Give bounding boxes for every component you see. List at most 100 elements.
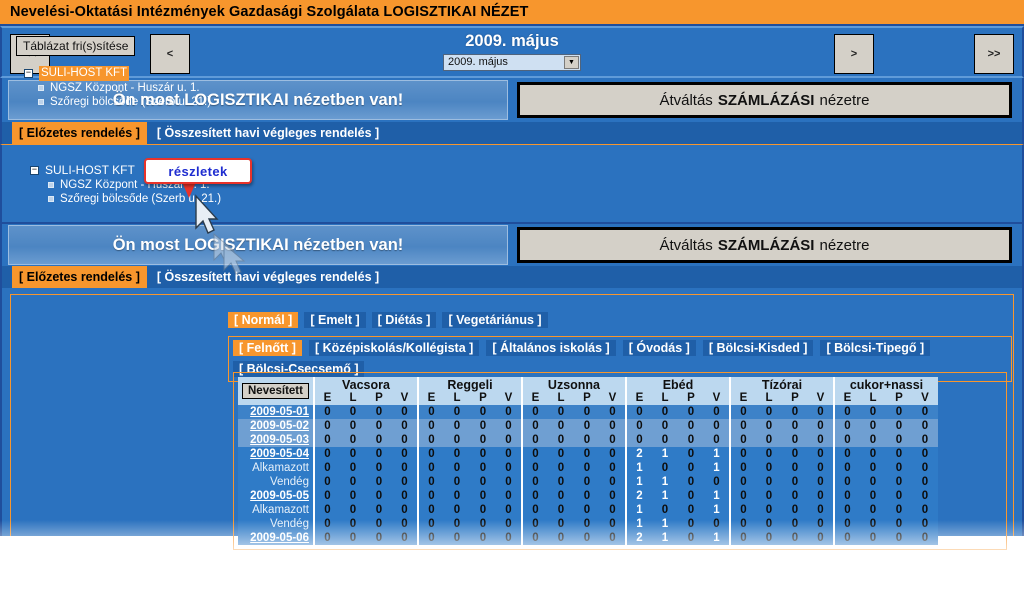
cell-value: 0: [911, 503, 938, 517]
cell-value: 0: [755, 475, 782, 489]
tab-bolcsi-tipego[interactable]: [ Bölcsi-Tipegő ]: [820, 340, 931, 356]
tab-osszesitett-rendeles-top[interactable]: [ Összesített havi végleges rendelés ]: [149, 122, 387, 144]
row-date-link[interactable]: 2009-05-02: [238, 419, 315, 433]
table-head: Nevesített Vacsora Reggeli Uzsonna Ebéd …: [238, 377, 938, 405]
date-link-text[interactable]: 2009-05-05: [250, 490, 309, 502]
cell-value: 0: [469, 489, 496, 503]
tab-dietas[interactable]: [ Diétás ]: [371, 312, 437, 328]
row-subgroup-label: Alkamazott: [238, 503, 315, 517]
row-date-link[interactable]: 2009-05-03: [238, 433, 315, 447]
cell-value: 0: [391, 405, 418, 419]
cell-value: 0: [469, 503, 496, 517]
cell-value: 0: [469, 447, 496, 461]
cell-value: 0: [416, 489, 444, 503]
cell-value: 0: [391, 419, 418, 433]
row-date-link[interactable]: 2009-05-04: [238, 447, 315, 461]
cell-value: 0: [728, 419, 756, 433]
tab-kozepiskolas-kollegista[interactable]: [ Középiskolás/Kollégista ]: [308, 340, 480, 356]
cell-value: 0: [495, 461, 522, 475]
tab-normal[interactable]: [ Normál ]: [228, 312, 299, 328]
sidebar-item-szoregi-bolcsode[interactable]: Szőregi bölcsőde (Szerb u. 21.): [38, 95, 216, 109]
tab-elozetes-rendeles-bottom[interactable]: [ Előzetes rendelés ]: [12, 266, 147, 288]
cell-value: 0: [573, 503, 600, 517]
cell-value: 0: [911, 405, 938, 419]
group-header-ebed: Ebéd: [624, 377, 730, 392]
switch-prefix-2: Átváltás: [659, 236, 713, 254]
cell-value: 0: [416, 419, 444, 433]
chevron-down-icon[interactable]: ▼: [564, 55, 579, 69]
tab-vegetarianus[interactable]: [ Vegetáriánus ]: [442, 312, 548, 328]
cell-value: 0: [547, 531, 574, 545]
cell-value: 0: [911, 475, 938, 489]
sidebar-item-ngsz-kozpont[interactable]: NGSZ Központ - Huszár u. 1.: [38, 81, 216, 95]
refresh-table-button[interactable]: Táblázat fri(s)sítése: [16, 36, 136, 56]
switch-to-billing-view-button-2[interactable]: Átváltás SZÁMLÁZÁSI nézetre: [517, 227, 1012, 263]
group-header-vacsora: Vacsora: [312, 377, 418, 392]
next-month-button[interactable]: >: [834, 34, 874, 74]
last-month-button[interactable]: >>: [974, 34, 1014, 74]
cell-value: 0: [573, 517, 600, 531]
cell-value: 0: [885, 531, 912, 545]
cell-value: 1: [703, 503, 730, 517]
cell-value: 0: [495, 447, 522, 461]
cell-value: 0: [312, 433, 340, 447]
table-group-header-row: Nevesített Vacsora Reggeli Uzsonna Ebéd …: [238, 377, 938, 405]
date-link-text[interactable]: 2009-05-03: [250, 434, 309, 446]
cell-value: 0: [312, 503, 340, 517]
window-titlebar: Nevelési-Oktatási Intézmények Gazdasági …: [0, 0, 1024, 26]
cell-value: 0: [728, 447, 756, 461]
row-date-link[interactable]: 2009-05-01: [238, 405, 315, 419]
cell-value: 1: [651, 489, 678, 503]
tab-emelt[interactable]: [ Emelt ]: [304, 312, 366, 328]
named-toggle-button[interactable]: Nevesített: [242, 383, 309, 399]
switch-prefix: Átváltás: [659, 91, 713, 109]
cell-value: 0: [520, 433, 548, 447]
date-link-text[interactable]: 2009-05-06: [250, 532, 309, 544]
cell-value: 0: [677, 489, 704, 503]
cell-value: 0: [677, 503, 704, 517]
cell-value: 0: [573, 419, 600, 433]
cell-value: 0: [339, 433, 366, 447]
date-link-text[interactable]: 2009-05-02: [250, 420, 309, 432]
sidebar-tree-root[interactable]: − SULI-HOST KFT: [24, 66, 216, 81]
cell-value: 0: [755, 503, 782, 517]
collapse-icon[interactable]: −: [24, 69, 33, 78]
cell-value: 0: [599, 447, 626, 461]
cell-value: 0: [885, 419, 912, 433]
row-date-link[interactable]: 2009-05-05: [238, 489, 315, 503]
tab-bolcsi-kisded[interactable]: [ Bölcsi-Kisded ]: [702, 340, 814, 356]
tab-elozetes-rendeles-top[interactable]: [ Előzetes rendelés ]: [12, 122, 147, 144]
cell-value: 1: [624, 475, 652, 489]
tab-ovodas[interactable]: [ Óvodás ]: [622, 340, 696, 356]
meal-order-table: Nevesített Vacsora Reggeli Uzsonna Ebéd …: [238, 377, 938, 545]
cell-value: 0: [599, 433, 626, 447]
subheader-e-g4: E: [728, 392, 756, 405]
cell-value: 0: [365, 531, 392, 545]
tooltip-tail: [182, 182, 196, 198]
month-select-value: 2009. május: [448, 56, 508, 68]
month-select[interactable]: 2009. május ▼: [443, 53, 581, 71]
cell-value: 0: [755, 461, 782, 475]
cell-value: 0: [495, 531, 522, 545]
cell-value: 0: [573, 531, 600, 545]
cell-value: 0: [312, 475, 340, 489]
cell-value: 0: [677, 419, 704, 433]
switch-to-billing-view-button[interactable]: Átváltás SZÁMLÁZÁSI nézetre: [517, 82, 1012, 118]
cell-value: 0: [573, 405, 600, 419]
tab-altalanos-iskolas[interactable]: [ Általános iskolás ]: [486, 340, 616, 356]
cell-value: 0: [677, 531, 704, 545]
tab-osszesitett-rendeles-bottom[interactable]: [ Összesített havi végleges rendelés ]: [149, 266, 387, 288]
cell-value: 0: [520, 447, 548, 461]
collapse-icon[interactable]: −: [30, 166, 39, 175]
date-link-text[interactable]: 2009-05-01: [250, 406, 309, 418]
cell-value: 0: [651, 433, 678, 447]
row-date-link[interactable]: 2009-05-06: [238, 531, 315, 545]
cell-value: 0: [520, 503, 548, 517]
cell-value: 0: [885, 517, 912, 531]
cell-value: 0: [832, 475, 860, 489]
date-link-text[interactable]: 2009-05-04: [250, 448, 309, 460]
cell-value: 0: [781, 461, 808, 475]
tab-felnott[interactable]: [ Felnőtt ]: [233, 340, 302, 356]
cell-value: 0: [495, 503, 522, 517]
cell-value: 0: [911, 517, 938, 531]
